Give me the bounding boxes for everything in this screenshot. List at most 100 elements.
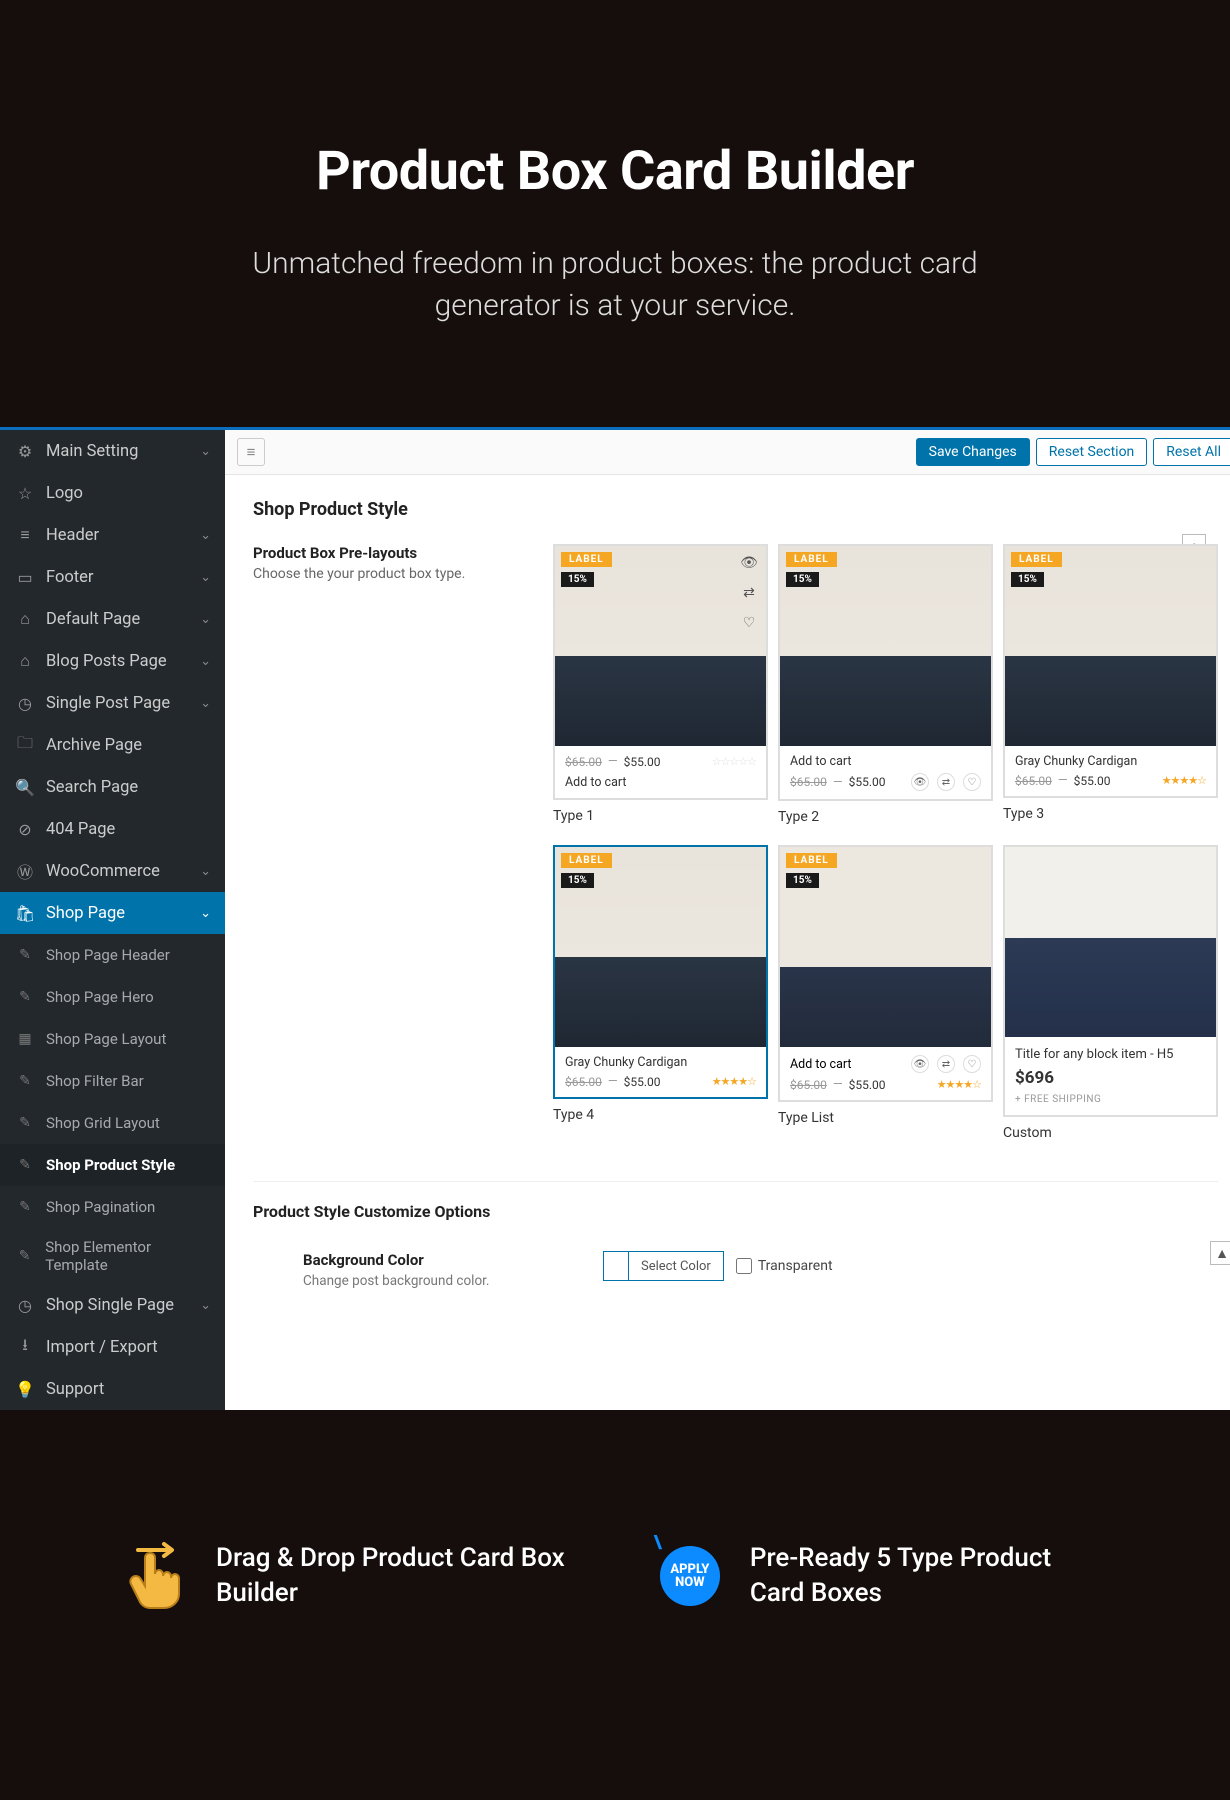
layout-option-type3[interactable]: LABEL 15% Gray Chunky Cardigan $65.00 — … [1003,544,1218,798]
label-badge: LABEL [561,853,612,868]
sidebar-sub-elementor[interactable]: ✎Shop Elementor Template [0,1228,225,1284]
sidebar-sub-grid-layout[interactable]: ✎Shop Grid Layout [0,1102,225,1144]
gear-icon: ⚙ [14,440,36,462]
discount-badge: 15% [561,873,594,888]
rating-stars: ★★★★☆ [1162,774,1206,787]
rating-stars: ★★★★☆ [937,1078,981,1091]
add-to-cart-text: Add to cart [790,754,981,769]
sidebar-item-shop-page[interactable]: 🛍Shop Page⌄ [0,892,225,934]
sidebar-sub-pagination[interactable]: ✎Shop Pagination [0,1186,225,1228]
bulb-icon: 💡 [14,1378,36,1400]
label-badge: LABEL [786,552,837,567]
sidebar-item-import-export[interactable]: ⭳Import / Export [0,1326,225,1368]
layout-label: Type List [778,1110,993,1126]
content-area: Shop Product Style ▲ Product Box Pre-lay… [225,475,1230,1323]
sidebar-item-blog-posts[interactable]: ⌂Blog Posts Page⌄ [0,640,225,682]
eye-icon: 👁 [911,773,929,791]
panel-menu-button[interactable]: ≡ [237,438,265,466]
add-to-cart-text: Add to cart [565,775,756,790]
customize-heading: Product Style Customize Options [253,1202,1218,1221]
sidebar-item-header[interactable]: ≡Header⌄ [0,514,225,556]
layout-option-list[interactable]: LABEL 15% Add to cart 👁⇄♡ $65.00 [778,845,993,1102]
sidebar-item-search[interactable]: 🔍Search Page [0,766,225,808]
sidebar-sub-filter-bar[interactable]: ✎Shop Filter Bar [0,1060,225,1102]
product-title: Gray Chunky Cardigan [565,1055,756,1070]
hero-title: Product Box Card Builder [40,140,1190,203]
price-old: $65.00 [790,775,827,789]
woo-icon: Ⓦ [14,860,36,882]
sidebar-item-main-setting[interactable]: ⚙Main Setting⌄ [0,430,225,472]
pencil-icon: ✎ [14,944,36,966]
price-new: $55.00 [624,755,661,769]
chevron-down-icon: ⌄ [200,654,211,669]
discount-badge: 15% [786,572,819,587]
sidebar-item-shop-single[interactable]: ◷Shop Single Page⌄ [0,1284,225,1326]
price-old: $65.00 [790,1078,827,1092]
discount-badge: 15% [786,873,819,888]
sidebar-sub-shop-hero[interactable]: ✎Shop Page Hero [0,976,225,1018]
sidebar-sub-shop-header[interactable]: ✎Shop Page Header [0,934,225,976]
compare-icon: ⇄ [937,1055,955,1073]
sidebar-item-woocommerce[interactable]: ⓌWooCommerce⌄ [0,850,225,892]
reset-all-button[interactable]: Reset All [1153,438,1230,466]
hero-subtitle: Unmatched freedom in product boxes: the … [225,243,1005,327]
scroll-top-button[interactable]: ▲ [1210,1241,1230,1265]
chevron-down-icon: ⌄ [200,696,211,711]
menu-icon: ≡ [14,524,36,546]
discount-badge: 15% [561,572,594,587]
apply-now-icon: APPLY NOW [654,1540,726,1612]
sidebar-item-support[interactable]: 💡Support [0,1368,225,1410]
divider [253,1181,1218,1182]
hero-section: Product Box Card Builder Unmatched freed… [0,0,1230,427]
save-button[interactable]: Save Changes [916,438,1030,466]
custom-shipping: + FREE SHIPPING [1015,1094,1206,1105]
select-color-button[interactable]: Select Color [603,1251,724,1281]
bg-color-desc: Change post background color. [303,1273,543,1289]
drag-hand-icon [120,1540,192,1612]
layout-option-type4[interactable]: LABEL 15% Gray Chunky Cardigan $65.00 — … [553,845,768,1099]
layout-option-custom[interactable]: Title for any block item - H5 $696 + FRE… [1003,845,1218,1117]
price-new: $55.00 [1074,774,1111,788]
sidebar-item-single-post[interactable]: ◷Single Post Page⌄ [0,682,225,724]
discount-badge: 15% [1011,572,1044,587]
sidebar-item-footer[interactable]: ▭Footer⌄ [0,556,225,598]
heart-icon: ♡ [740,614,758,632]
price-old: $65.00 [565,1075,602,1089]
reset-section-button[interactable]: Reset Section [1036,438,1148,466]
app-window: ⚙Main Setting⌄ ☆Logo ≡Header⌄ ▭Footer⌄ ⌂… [0,427,1230,1410]
layout-option-type2[interactable]: LABEL 15% Add to cart $65.00 — $55.00 👁⇄… [778,544,993,801]
feature-pre-ready: APPLY NOW Pre-Ready 5 Type Product Card … [654,1540,1110,1612]
folder-icon: 🗀 [14,734,36,756]
pencil-icon: ✎ [14,1070,36,1092]
layout-label: Type 3 [1003,806,1218,822]
chevron-down-icon: ⌄ [200,444,211,459]
label-badge: LABEL [561,552,612,567]
heart-icon: ♡ [963,1055,981,1073]
grid-icon: ▦ [14,1028,36,1050]
bg-color-title: Background Color [303,1251,543,1269]
sidebar-sub-product-style[interactable]: ✎Shop Product Style [0,1144,225,1186]
price-new: $55.00 [624,1075,661,1089]
product-title: Gray Chunky Cardigan [1015,754,1206,769]
transparent-checkbox[interactable] [736,1258,752,1274]
layout-option-type1[interactable]: LABEL 15% 👁 ⇄ ♡ $65.00 [553,544,768,800]
price-old: $65.00 [565,755,602,769]
page-title: Shop Product Style [253,499,1218,520]
topbar: ≡ Save Changes Reset Section Reset All [225,430,1230,475]
transparent-checkbox-wrap[interactable]: Transparent [736,1258,833,1274]
sidebar-item-default-page[interactable]: ⌂Default Page⌄ [0,598,225,640]
sidebar-item-archive[interactable]: 🗀Archive Page [0,724,225,766]
eye-icon: 👁 [911,1055,929,1073]
heart-icon: ♡ [963,773,981,791]
prelayouts-title: Product Box Pre-layouts [253,544,513,562]
price-new: $55.00 [849,775,886,789]
compare-icon: ⇄ [937,773,955,791]
pencil-icon: ✎ [14,1112,36,1134]
sidebar-sub-shop-layout[interactable]: ▦Shop Page Layout [0,1018,225,1060]
sidebar-item-logo[interactable]: ☆Logo [0,472,225,514]
color-swatch [604,1252,629,1280]
rating-stars: ★★★★☆ [712,1075,756,1088]
feature-text: Pre-Ready 5 Type Product Card Boxes [750,1541,1110,1611]
sidebar-item-404[interactable]: ⊘404 Page [0,808,225,850]
feature-text: Drag & Drop Product Card Box Builder [216,1541,574,1611]
